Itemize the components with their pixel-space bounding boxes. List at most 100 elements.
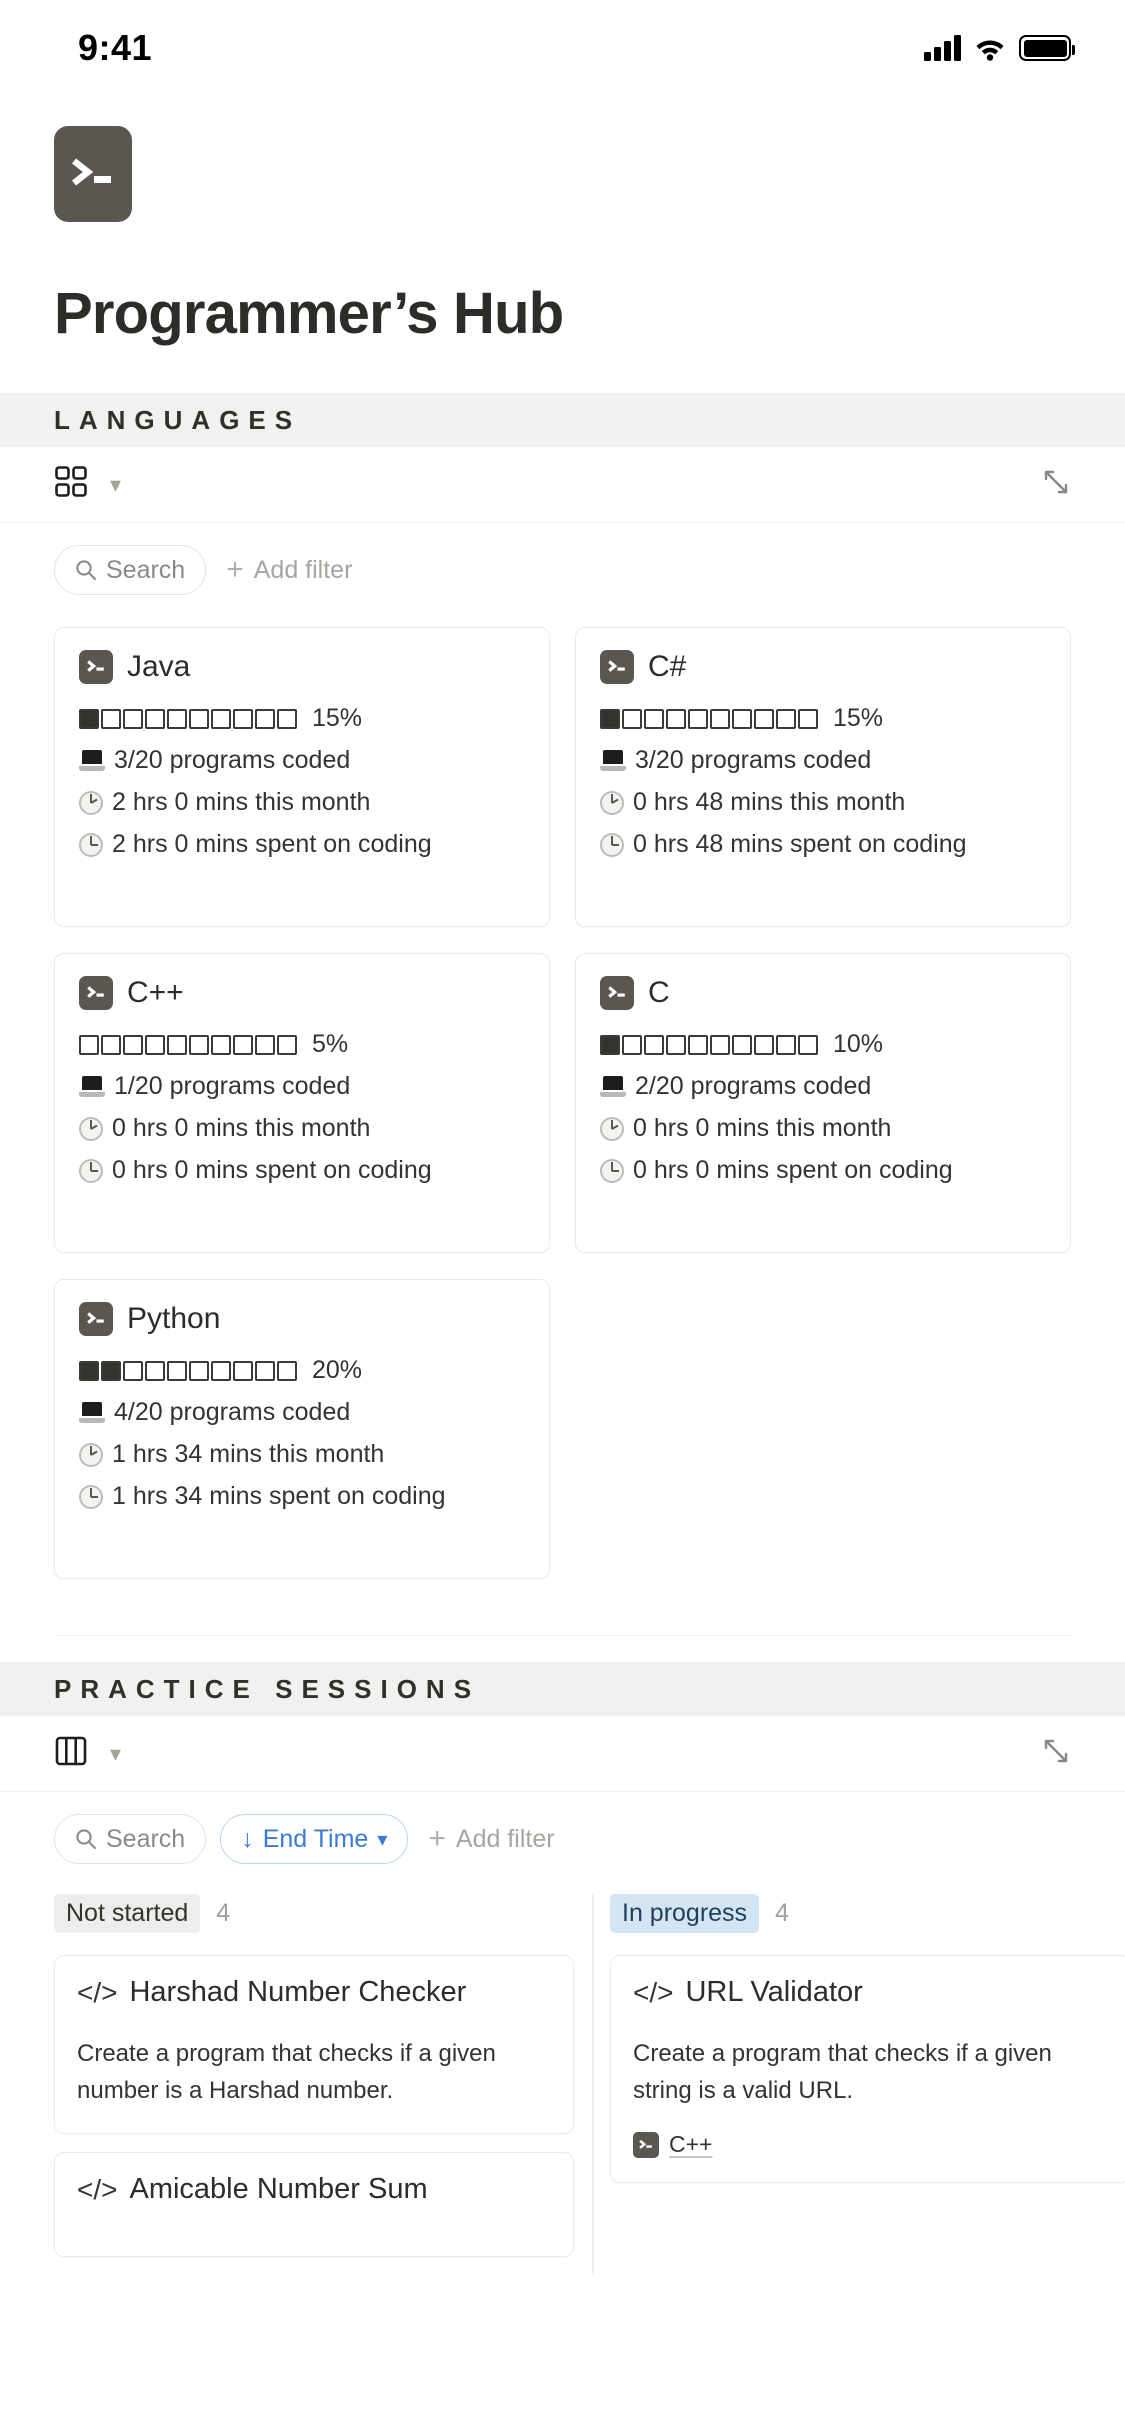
expand-diagonal-icon[interactable] xyxy=(1041,1736,1071,1771)
kanban-column-header: Not started 4 xyxy=(54,1894,574,1933)
progress-block xyxy=(600,1034,620,1055)
total-time-row: 1 hrs 34 mins spent on coding xyxy=(79,1482,525,1511)
language-card[interactable]: C++ 5% 1/20 programs coded 0 hrs 0 mins thi… xyxy=(54,953,550,1253)
language-card-header: Java xyxy=(79,650,525,684)
board-view-icon[interactable] xyxy=(54,1735,88,1772)
wifi-icon xyxy=(976,40,1004,61)
cellular-signal-icon xyxy=(924,35,961,61)
progress-block xyxy=(79,1034,99,1055)
total-time-label: 2 hrs 0 mins spent on coding xyxy=(112,830,432,858)
progress-block xyxy=(644,708,664,729)
progress-block xyxy=(776,708,796,729)
progress-bar xyxy=(600,1034,818,1055)
page-header: Programmer’s Hub xyxy=(0,96,1125,347)
expand-diagonal-icon[interactable] xyxy=(1041,467,1071,502)
code-brackets-icon: </> xyxy=(633,1976,674,2008)
sort-end-time-button[interactable]: ↓ End Time ▾ xyxy=(220,1814,409,1864)
progress-block xyxy=(688,708,708,729)
plus-icon: + xyxy=(428,1822,446,1855)
language-progress-row: 20% xyxy=(79,1356,525,1385)
clock-two-icon xyxy=(600,1116,624,1141)
kanban-column-header: In progress 4 xyxy=(610,1894,1125,1933)
practice-session-card[interactable]: </> Harshad Number Checker Create a progra… xyxy=(54,1955,574,2135)
code-brackets-icon: </> xyxy=(77,2173,118,2205)
language-card-header: C# xyxy=(600,650,1046,684)
progress-block xyxy=(123,1034,143,1055)
progress-block xyxy=(145,1360,165,1381)
search-input[interactable]: Search xyxy=(54,1814,207,1864)
page-title: Programmer’s Hub xyxy=(54,281,564,346)
language-card[interactable]: Python 20% 4/20 programs coded 1 hrs 34 min… xyxy=(54,1279,550,1579)
terminal-prompt-icon xyxy=(79,976,113,1010)
practice-session-card[interactable]: </> URL Validator Create a program that ch… xyxy=(610,1955,1125,2184)
practice-session-title: URL Validator xyxy=(685,1976,863,2008)
practice-view-toolbar: ▾ xyxy=(0,1716,1125,1792)
progress-block xyxy=(732,708,752,729)
practice-session-card[interactable]: </> Amicable Number Sum xyxy=(54,2152,574,2258)
language-card[interactable]: Java 15% 3/20 programs coded 2 hrs 0 mins t… xyxy=(54,627,550,927)
progress-block xyxy=(688,1034,708,1055)
clock-two-icon xyxy=(600,790,624,815)
time-this-month-row: 2 hrs 0 mins this month xyxy=(79,788,525,817)
language-card[interactable]: C# 15% 3/20 programs coded 0 hrs 48 mins th… xyxy=(575,627,1071,927)
language-progress-row: 15% xyxy=(79,704,525,733)
laptop-icon xyxy=(600,1076,626,1097)
language-name: C xyxy=(648,976,670,1009)
kanban-column-count: 4 xyxy=(775,1899,789,1927)
progress-block xyxy=(79,1360,99,1381)
chevron-down-icon[interactable]: ▾ xyxy=(110,473,121,496)
terminal-prompt-icon xyxy=(79,650,113,684)
practice-session-title: Harshad Number Checker xyxy=(129,1976,467,2008)
progress-block xyxy=(167,1360,187,1381)
language-card-header: C++ xyxy=(79,976,525,1010)
practice-session-description: Create a program that checks if a given … xyxy=(633,2040,1052,2105)
add-filter-button[interactable]: + Add filter xyxy=(422,1824,554,1854)
time-this-month-row: 0 hrs 0 mins this month xyxy=(79,1114,525,1143)
progress-percent: 15% xyxy=(833,704,884,732)
progress-bar xyxy=(79,1360,297,1381)
practice-session-title-row: </> Harshad Number Checker xyxy=(77,1976,551,2009)
search-placeholder: Search xyxy=(106,555,186,584)
practice-session-language-label: C++ xyxy=(669,2131,713,2158)
laptop-icon xyxy=(79,750,105,771)
language-name: C# xyxy=(648,650,687,683)
terminal-prompt-icon xyxy=(600,650,634,684)
progress-block xyxy=(754,708,774,729)
clock-two-icon xyxy=(79,1116,103,1141)
code-brackets-icon: </> xyxy=(77,1976,118,2008)
clock-two-icon xyxy=(79,790,103,815)
practice-session-title-row: </> URL Validator xyxy=(633,1976,1107,2009)
practice-session-title: Amicable Number Sum xyxy=(129,2173,428,2206)
search-placeholder: Search xyxy=(106,1824,186,1853)
progress-block xyxy=(732,1034,752,1055)
progress-block xyxy=(600,708,620,729)
chevron-down-icon: ▾ xyxy=(377,1828,388,1851)
language-name: Java xyxy=(127,650,191,683)
programs-coded-label: 1/20 programs coded xyxy=(114,1072,351,1100)
gallery-view-icon[interactable] xyxy=(54,465,88,504)
add-filter-button[interactable]: + Add filter xyxy=(220,555,352,585)
status-badge: In progress xyxy=(610,1894,760,1933)
language-card[interactable]: C 10% 2/20 programs coded 0 hrs 0 mins this… xyxy=(575,953,1071,1253)
chevron-down-icon[interactable]: ▾ xyxy=(110,1742,121,1765)
progress-block xyxy=(754,1034,774,1055)
progress-block xyxy=(189,1360,209,1381)
language-name: C++ xyxy=(127,976,184,1009)
progress-block xyxy=(101,1360,121,1381)
language-progress-row: 10% xyxy=(600,1030,1046,1059)
progress-block xyxy=(798,1034,818,1055)
search-input[interactable]: Search xyxy=(54,545,207,595)
progress-block xyxy=(211,708,231,729)
progress-block xyxy=(798,708,818,729)
practice-session-description: Create a program that checks if a given … xyxy=(77,2040,496,2105)
time-this-month-label: 0 hrs 0 mins this month xyxy=(633,1114,892,1142)
total-time-row: 0 hrs 48 mins spent on coding xyxy=(600,830,1046,859)
programs-coded-row: 2/20 programs coded xyxy=(600,1072,1046,1101)
total-time-row: 0 hrs 0 mins spent on coding xyxy=(600,1156,1046,1185)
language-cards-grid: Java 15% 3/20 programs coded 2 hrs 0 mins t… xyxy=(0,595,1125,1579)
time-this-month-row: 0 hrs 48 mins this month xyxy=(600,788,1046,817)
practice-session-language-tag[interactable]: C++ xyxy=(633,2131,1107,2158)
add-filter-label: Add filter xyxy=(253,555,353,584)
progress-block xyxy=(79,708,99,729)
languages-banner-label: LANGUAGES xyxy=(54,404,302,435)
